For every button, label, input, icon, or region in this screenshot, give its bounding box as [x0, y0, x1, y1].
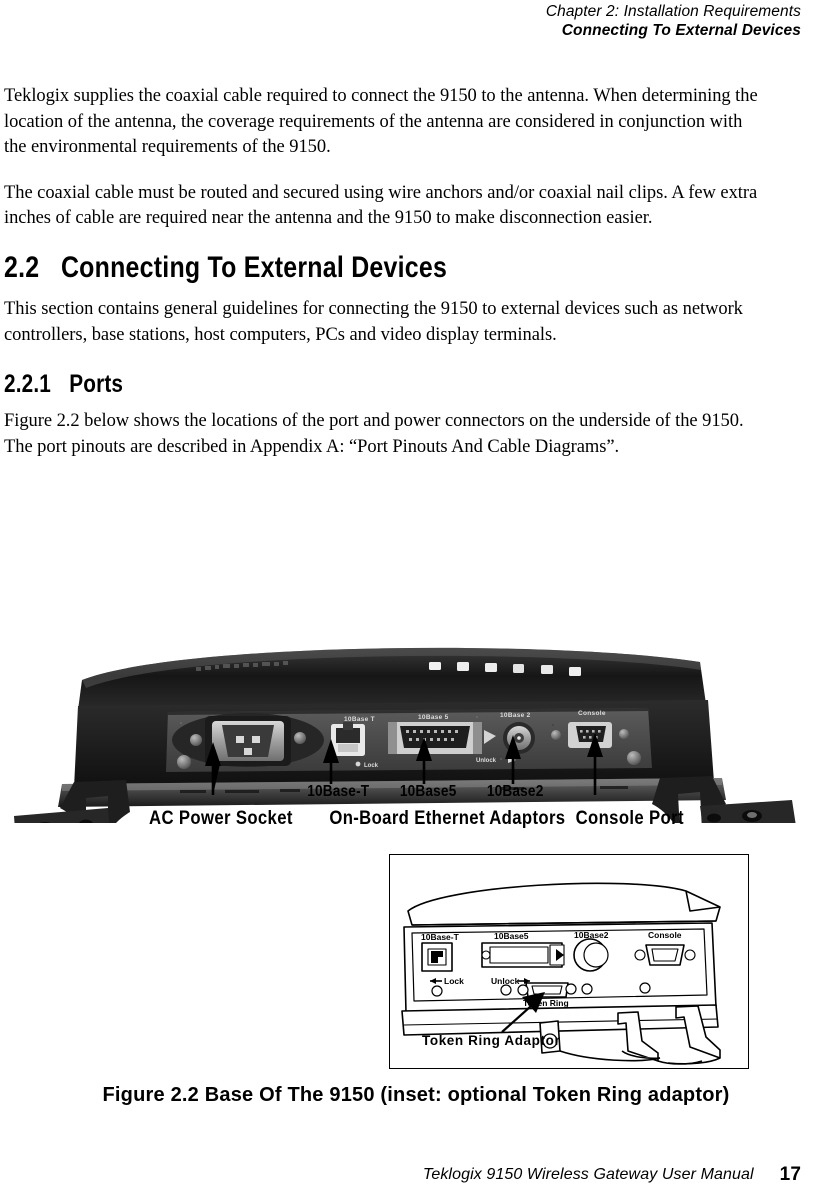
svg-text:Unlock: Unlock	[476, 758, 497, 764]
inset-token-ring-drawing: 10Base-T 10Base5 10Base2 Console Lock Un…	[389, 854, 749, 1069]
svg-text:10Base 2: 10Base 2	[500, 712, 531, 719]
panel-screw-right	[627, 751, 641, 765]
footer-manual-title: Teklogix 9150 Wireless Gateway User Manu…	[422, 1166, 754, 1183]
inset-label-token-ring: Token Ring	[523, 998, 569, 1008]
paragraph-section-intro: This section contains general guidelines…	[4, 298, 743, 345]
paragraph-antenna-coax: Teklogix supplies the coaxial cable requ…	[4, 86, 758, 158]
inset-label-10base-5: 10Base5	[494, 931, 529, 941]
footer-page-number: 17	[779, 1164, 801, 1185]
svg-text:10Base 5: 10Base 5	[418, 714, 449, 721]
svg-text:Lock: Lock	[364, 763, 379, 769]
svg-text:10Base T: 10Base T	[344, 716, 375, 723]
figure-caption: Figure 2.2 Base Of The 9150 (inset: opti…	[0, 1084, 837, 1107]
inset-label-10base-2: 10Base2	[574, 930, 609, 940]
panel-screw-left	[177, 755, 191, 769]
ac-power-socket	[172, 713, 324, 767]
page-content: Teklogix supplies the coaxial cable requ…	[4, 84, 764, 480]
heading-subsection-title: Ports	[69, 370, 124, 399]
svg-text:Console: Console	[578, 710, 606, 717]
heading-section-2-2: 2.2 Connecting To External Devices	[4, 251, 635, 285]
page-header: Chapter 2: Installation Requirements Con…	[0, 0, 801, 41]
inset-label-lock: Lock	[444, 976, 464, 986]
heading-section-title: Connecting To External Devices	[60, 250, 448, 284]
document-page: Chapter 2: Installation Requirements Con…	[0, 0, 837, 1198]
heading-section-number: 2.2	[4, 250, 40, 284]
figure-2-2: 10Base T Lock 10Base 5 10Base 2 Unlock C…	[0, 618, 837, 1106]
inset-label-unlock: Unlock	[491, 976, 520, 986]
header-chapter-title: Chapter 2: Installation Requirements	[545, 3, 801, 20]
paragraph-cable-routing: The coaxial cable must be routed and sec…	[4, 182, 758, 229]
header-section-title: Connecting To External Devices	[561, 22, 801, 39]
figure-caption-text: Figure 2.2 Base Of The 9150 (inset: opti…	[102, 1084, 730, 1106]
device-photo-svg: 10Base T Lock 10Base 5 10Base 2 Unlock C…	[14, 647, 796, 844]
paragraph-ports-figure-reference: Figure 2.2 below shows the locations of …	[4, 411, 744, 457]
inset-label-token-ring-adaptor: Token Ring Adaptor	[422, 1033, 560, 1048]
device-photo: 10Base T Lock 10Base 5 10Base 2 Unlock C…	[0, 618, 800, 844]
inset-label-console: Console	[648, 930, 682, 940]
heading-subsection-2-2-1: 2.2.1 Ports	[4, 370, 635, 399]
page-footer: Teklogix 9150 Wireless Gateway User Manu…	[0, 1164, 801, 1186]
heading-subsection-number: 2.2.1	[4, 370, 51, 399]
mounting-bracket-left	[14, 780, 130, 844]
inset-label-10base-t: 10Base-T	[421, 932, 460, 942]
inset-svg: 10Base-T 10Base5 10Base2 Console Lock Un…	[401, 882, 721, 1065]
